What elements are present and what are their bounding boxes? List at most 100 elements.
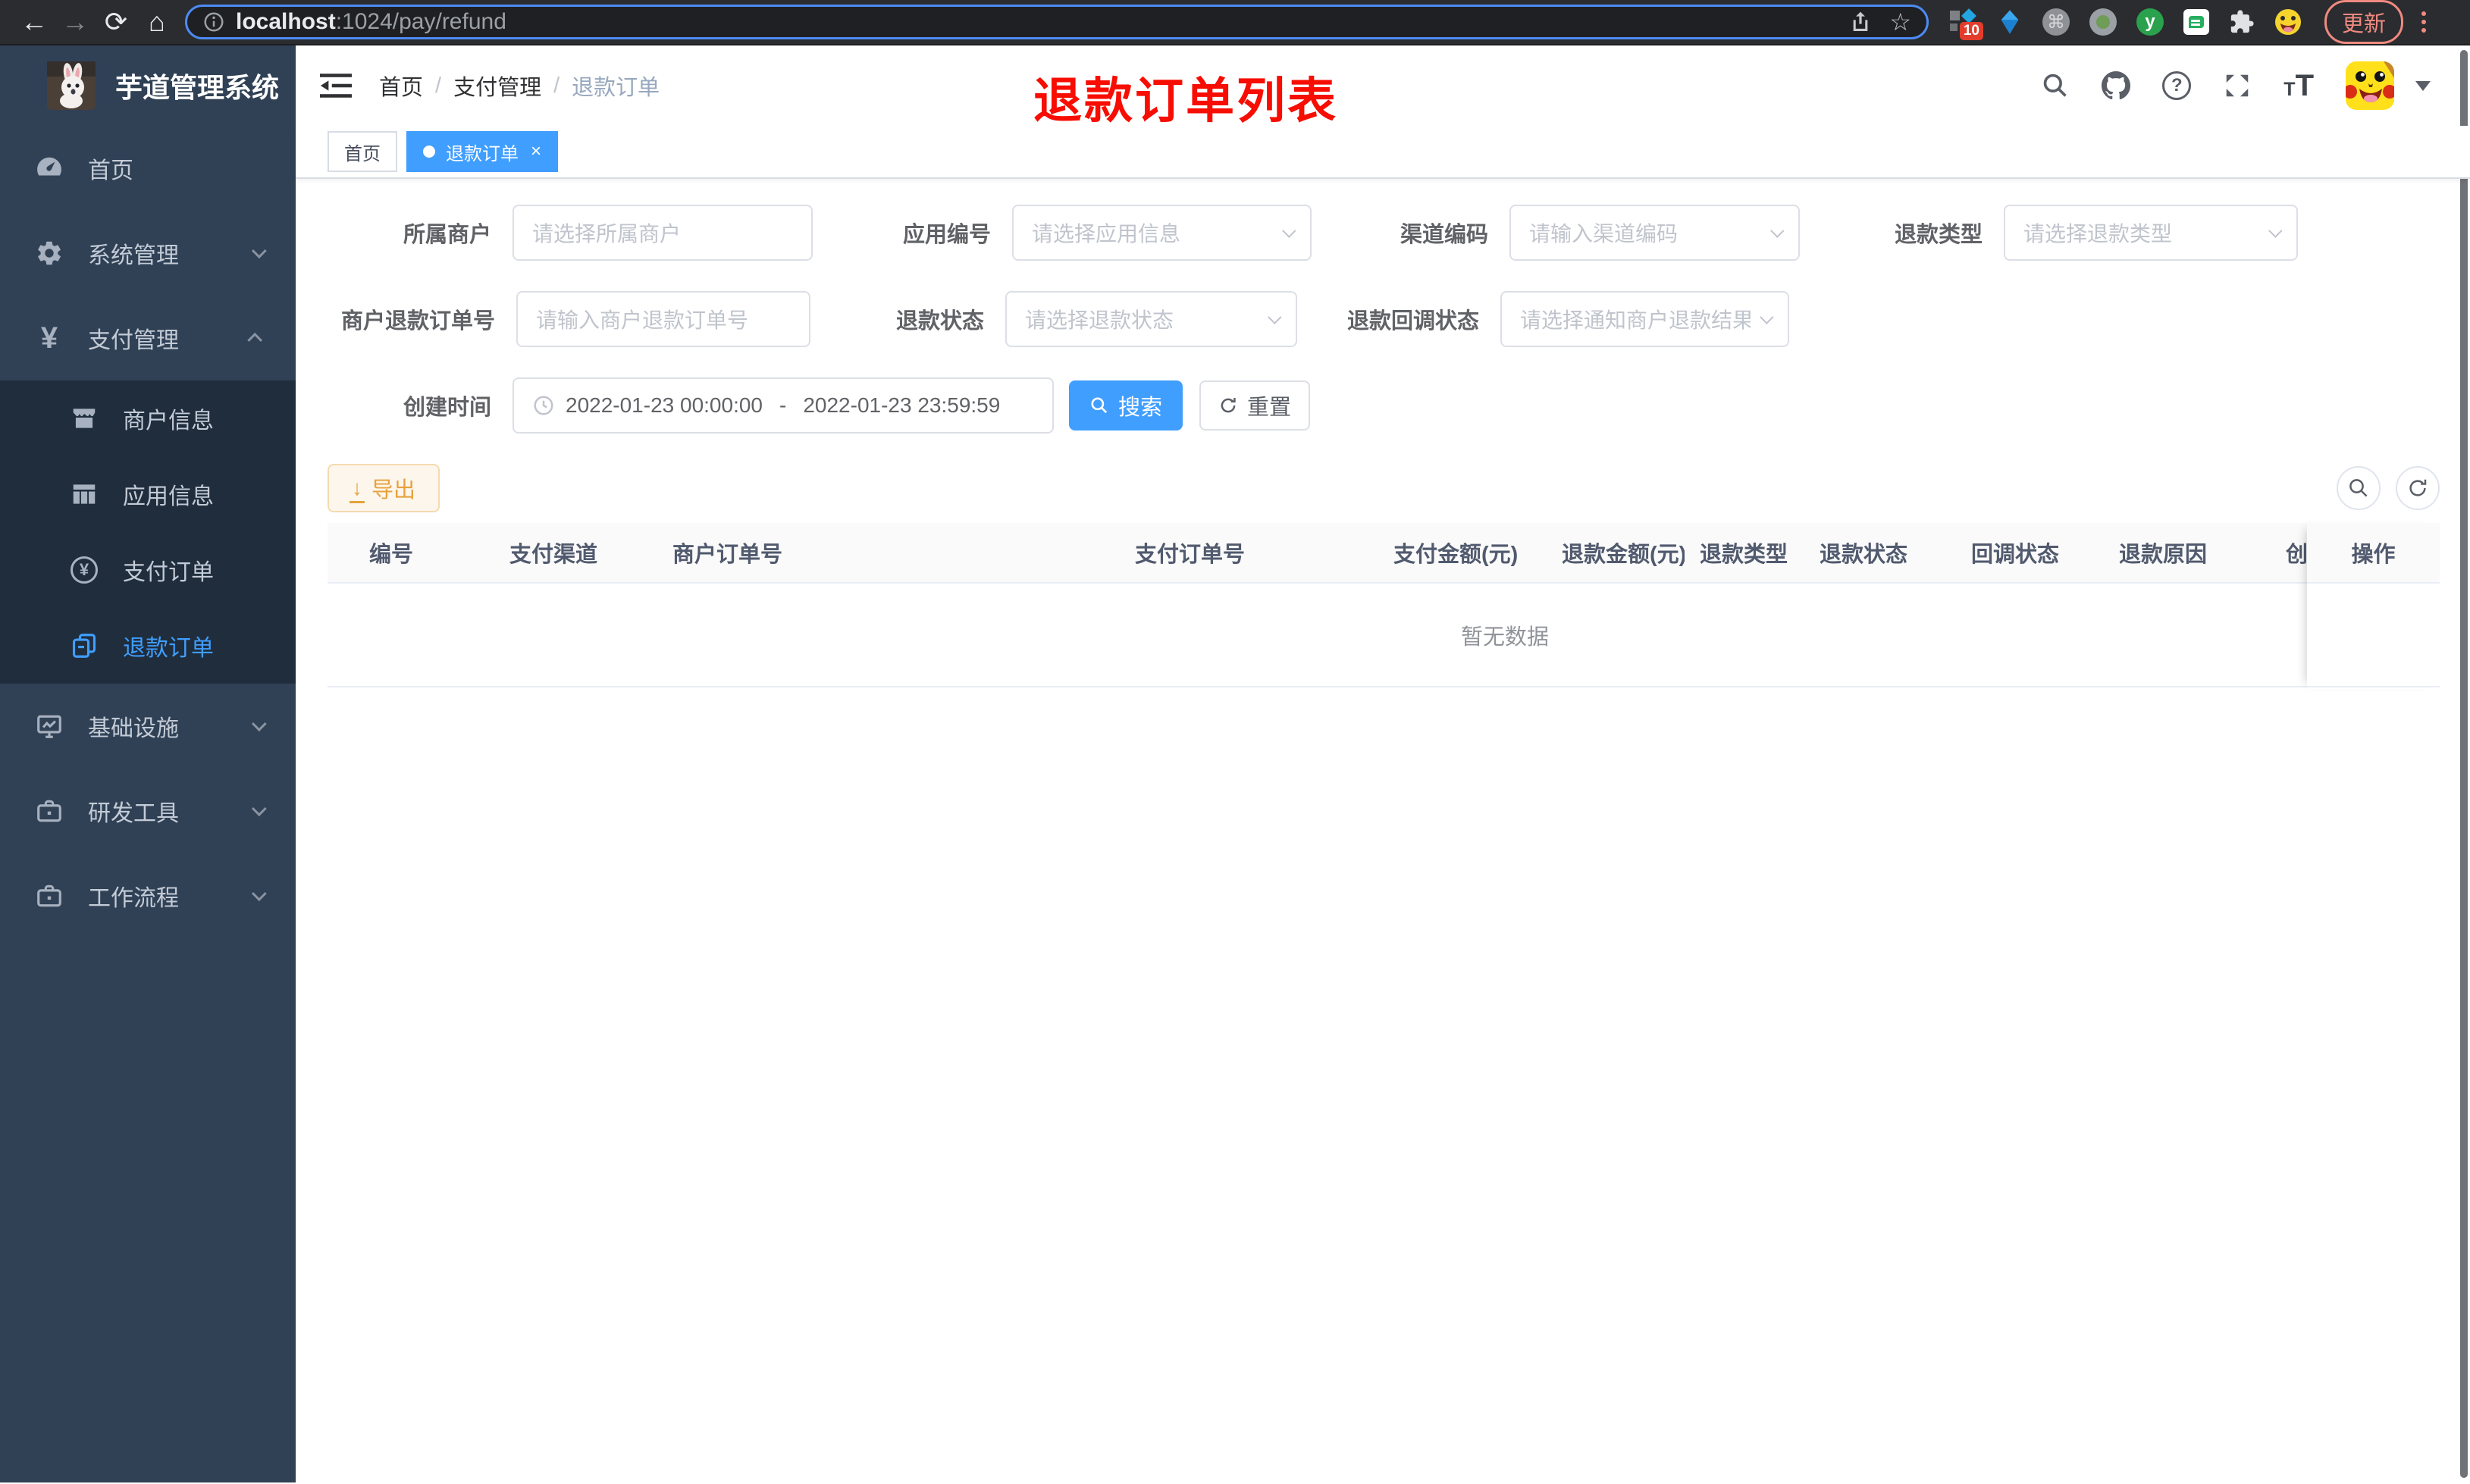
page-annotation: 退款订单列表 [1033,74,1338,128]
breadcrumb-home[interactable]: 首页 [379,70,423,102]
help-icon[interactable]: ? [2162,71,2192,100]
filter-label: 创建时间 [403,396,491,420]
sidebar-item-label: 支付订单 [123,560,214,585]
sidebar-item-label: 工作流程 [88,886,179,911]
page-scrollbar[interactable] [2460,50,2468,1478]
download-icon: ↓ [349,476,365,503]
app-title: 芋道管理系统 [115,72,280,103]
refund-type-select[interactable]: 请选择退款类型 [2004,205,2298,261]
site-info-icon[interactable] [202,11,225,33]
filter-label: 退款状态 [895,309,984,333]
avatar-caret-icon[interactable] [2415,80,2431,91]
refresh-table-button[interactable] [2396,466,2440,510]
grid-icon [65,480,103,509]
merchant-refund-no-input[interactable]: 请输入商户退款订单号 [516,291,810,347]
browser-forward-icon[interactable]: → [55,6,96,38]
sidebar-item-label: 首页 [88,158,133,183]
chevron-down-icon [1268,309,1282,324]
tag-home[interactable]: 首页 [328,131,397,172]
close-icon[interactable]: × [531,141,541,162]
browser-menu-icon[interactable] [2421,11,2427,33]
placeholder: 请选择退款类型 [2023,222,2173,246]
tag-label: 首页 [344,143,381,164]
filter-row-1: 所属商户 请选择所属商户 应用编号 请选择应用信息 渠道编码 请输入渠道编码 退… [328,205,2440,261]
fixed-action-column: 操作 [2307,523,2440,689]
browser-update-button[interactable]: 更新 [2324,0,2404,44]
chevron-down-icon [251,716,267,732]
refund-status-select[interactable]: 请选择退款状态 [1005,291,1297,347]
filter-label: 应用编号 [902,223,991,247]
github-icon[interactable] [2102,71,2131,100]
extension-chat-icon[interactable] [2183,9,2209,35]
table-tools [2337,466,2440,510]
callback-status-select[interactable]: 请选择通知商户退款结果的 [1500,291,1789,347]
sidebar-item-label: 商户信息 [123,409,214,434]
chevron-down-icon [251,243,267,259]
sidebar-item-home[interactable]: 首页 [0,126,296,211]
briefcase-icon [30,797,68,825]
search-icon [2349,479,2368,497]
sidebar-item-system[interactable]: 系统管理 [0,211,296,296]
font-size-icon[interactable]: TT [2283,69,2314,103]
extension-gem-icon[interactable] [1997,9,2023,35]
extension-y-icon[interactable]: y [2136,8,2164,36]
sidebar-item-devtools[interactable]: 研发工具 [0,769,296,853]
extension-tabs-icon[interactable]: 10 [1950,8,1983,40]
breadcrumb: 首页 / 支付管理 / 退款订单 [379,70,660,102]
search-button[interactable]: 搜索 [1069,380,1183,430]
active-dot-icon [423,146,435,158]
placeholder: 请选择应用信息 [1032,222,1181,246]
filter-label: 所属商户 [403,223,491,247]
channel-code-select[interactable]: 请输入渠道编码 [1509,205,1800,261]
yen-icon: ¥ [40,321,58,355]
extension-command-icon[interactable]: ⌘ [2042,8,2070,36]
chevron-down-icon [2268,223,2283,238]
col-refund-type: 退款类型 [1700,543,1788,567]
sidebar-item-infra[interactable]: 基础设施 [0,684,296,769]
filter-label: 商户退款订单号 [340,309,495,333]
sidebar-logo[interactable]: 芋道管理系统 [0,45,296,126]
export-button[interactable]: ↓ 导出 [328,464,440,512]
monitor-icon [30,712,68,740]
app-select[interactable]: 请选择应用信息 [1012,205,1312,261]
extension-recorder-icon[interactable] [2089,8,2117,36]
sidebar-item-app-info[interactable]: 应用信息 [0,456,296,532]
browser-reload-icon[interactable]: ⟳ [96,6,136,38]
reset-button[interactable]: 重置 [1199,380,1310,430]
url-text: localhost:1024/pay/refund [236,9,506,34]
sidebar-item-payment[interactable]: ¥ 支付管理 [0,296,296,380]
date-range-picker[interactable]: 2022-01-23 00:00:00 - 2022-01-23 23:59:5… [512,377,1054,434]
placeholder: 请输入商户退款订单号 [536,308,749,332]
breadcrumb-separator: / [553,73,560,98]
extension-puzzle-icon[interactable] [2229,9,2255,35]
sidebar-collapse-icon[interactable] [320,72,352,99]
share-icon[interactable] [1848,10,1873,34]
sidebar-item-workflow[interactable]: 工作流程 [0,853,296,938]
merchant-input[interactable]: 请选择所属商户 [512,205,813,261]
toggle-search-button[interactable] [2337,466,2381,510]
chevron-down-icon [251,886,267,902]
date-separator: - [779,393,787,417]
empty-text: 暂无数据 [1460,625,1549,650]
browser-back-icon[interactable]: ← [14,6,55,38]
chevron-down-icon [1760,309,1774,324]
filter-label: 渠道编码 [1400,223,1488,247]
chevron-down-icon [251,801,267,817]
breadcrumb-payment[interactable]: 支付管理 [453,70,541,102]
bookmark-star-icon[interactable]: ☆ [1889,8,1911,36]
tag-refund-order[interactable]: 退款订单 × [406,131,559,172]
sidebar-item-refund-order[interactable]: 退款订单 [0,608,296,684]
fullscreen-icon[interactable] [2223,71,2252,100]
col-merchant-order-no: 商户订单号 [672,543,783,567]
briefcase-icon [30,881,68,910]
extension-emoji-icon[interactable] [2274,8,2302,36]
browser-home-icon[interactable]: ⌂ [136,6,177,38]
user-avatar[interactable] [2346,61,2394,110]
sidebar-item-label: 研发工具 [88,801,179,826]
search-icon[interactable] [2041,71,2070,100]
sidebar-item-merchant-info[interactable]: 商户信息 [0,380,296,456]
address-bar[interactable]: localhost:1024/pay/refund ☆ [185,5,1929,39]
extensions-cluster: 10 ⌘ y [1950,8,2302,40]
col-pay-amount: 支付金额(元) [1393,543,1519,567]
sidebar-item-pay-order[interactable]: ¥ 支付订单 [0,532,296,608]
